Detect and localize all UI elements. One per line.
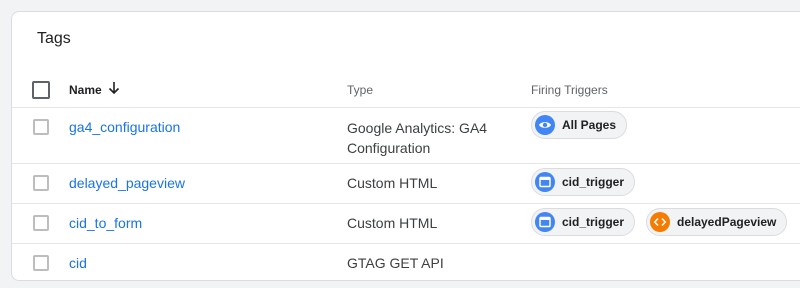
trigger-chip-label: All Pages [562,118,617,132]
tag-type-line: Google Analytics: GA4 [347,120,488,136]
tag-name-link[interactable]: ga4_configuration [69,119,180,135]
tag-name-link[interactable]: delayed_pageview [69,175,185,191]
select-all-checkbox[interactable] [32,81,50,99]
column-header-firing-triggers: Firing Triggers [531,83,608,97]
tag-type: GTAG GET API [347,255,444,271]
eye-icon [535,115,555,135]
trigger-chip[interactable]: cid_trigger [531,208,636,236]
tag-type: Custom HTML [347,215,438,231]
row-checkbox[interactable] [33,255,49,271]
trigger-chip[interactable]: cid_trigger [531,168,636,196]
trigger-chip[interactable]: All Pages [531,111,628,139]
sort-arrow-down-icon[interactable] [107,80,121,101]
tag-type-line: Configuration [347,140,431,156]
table-row: ga4_configuration Google Analytics: GA4 … [12,107,800,164]
table-header: Name Type Firing Triggers [12,74,800,108]
tag-type: Google Analytics: GA4 Configuration [347,118,487,158]
table-row: cid_to_form Custom HTML cid_trigger dela… [12,203,800,244]
column-header-name[interactable]: Name [69,83,102,97]
trigger-chip[interactable]: delayedPageview [646,208,788,236]
tag-name-link[interactable]: cid [69,255,87,271]
row-checkbox[interactable] [33,119,49,135]
code-brackets-icon [650,212,670,232]
tag-name-link[interactable]: cid_to_form [69,215,142,231]
table-row: cid GTAG GET API [12,243,800,282]
row-checkbox[interactable] [33,215,49,231]
trigger-chip-label: delayedPageview [677,215,777,229]
panel-title: Tags [37,30,71,47]
trigger-chip-label: cid_trigger [562,215,625,229]
column-header-type[interactable]: Type [347,83,373,97]
window-icon [535,212,555,232]
tags-panel: Tags Name Type Firing Triggers ga4_confi… [11,11,800,281]
window-icon [535,172,555,192]
trigger-chip-label: cid_trigger [562,175,625,189]
tag-type: Custom HTML [347,175,438,191]
table-row: delayed_pageview Custom HTML cid_trigger [12,163,800,204]
row-checkbox[interactable] [33,175,49,191]
